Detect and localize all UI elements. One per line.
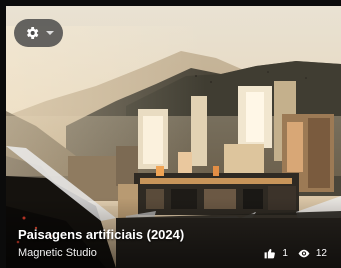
caret-down-icon [46, 31, 54, 35]
views-count: 12 [315, 248, 327, 259]
eye-icon [298, 249, 310, 258]
artwork-card[interactable]: Paisagens artificiais (2024) Magnetic St… [0, 0, 341, 268]
gear-icon [27, 27, 39, 39]
artwork-stats: 1 12 [263, 247, 331, 260]
frame-left-border [0, 0, 6, 268]
frame-top-border [0, 0, 341, 6]
likes-count: 1 [282, 248, 288, 259]
settings-menu-button[interactable] [14, 19, 63, 47]
thumbs-up-icon[interactable] [263, 247, 277, 260]
artwork-author[interactable]: Magnetic Studio [18, 247, 97, 259]
artwork-title[interactable]: Paisagens artificiais (2024) [18, 227, 184, 242]
